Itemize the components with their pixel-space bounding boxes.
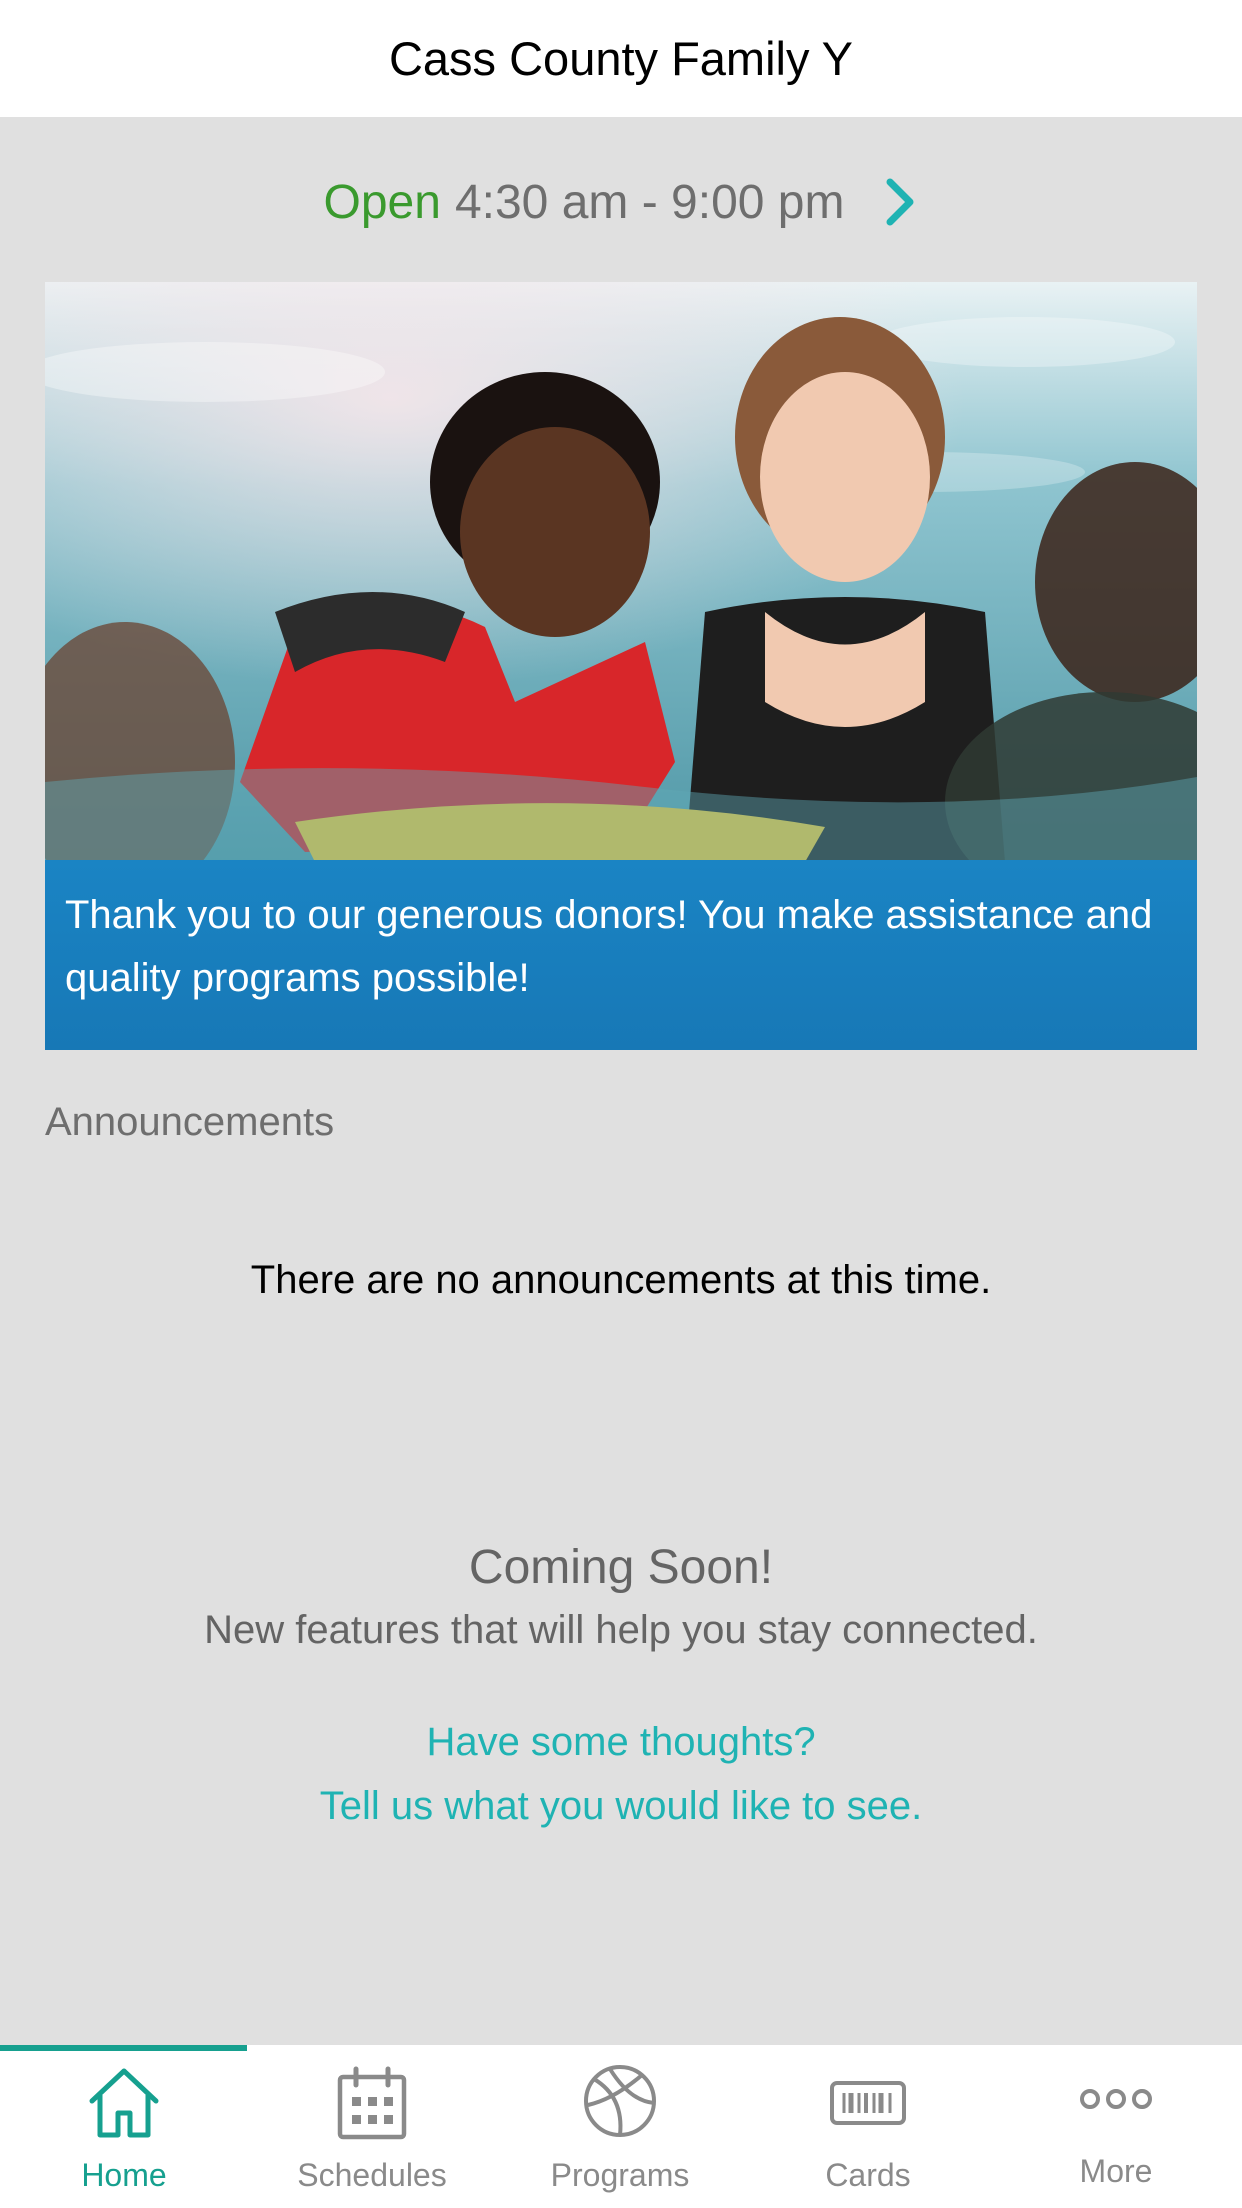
more-dots-icon	[1080, 2089, 1152, 2109]
coming-soon-title: Coming Soon!	[468, 1541, 774, 1594]
hero-photo	[45, 282, 1197, 862]
tab-schedules[interactable]: Schedules	[248, 2045, 496, 2208]
calendar-icon	[337, 2066, 407, 2140]
hero-banner[interactable]: Thank you to our generous donors! You ma…	[45, 282, 1197, 1050]
hours-range: 4:30 am - 9:00 pm	[454, 175, 845, 229]
hero-caption: Thank you to our generous donors! You ma…	[45, 860, 1197, 1050]
tab-cards-label: Cards	[825, 2157, 911, 2193]
bottom-tab-bar: Home Schedules Programs Cards More	[0, 2045, 1242, 2208]
home-icon	[89, 2068, 159, 2138]
basketball-icon	[584, 2065, 656, 2137]
barcode-card-icon	[830, 2081, 906, 2125]
app-header: Cass County Family Y	[0, 0, 1242, 117]
feedback-link-line1: Have some thoughts?	[426, 1720, 816, 1764]
tab-schedules-label: Schedules	[297, 2157, 447, 2193]
tab-programs-label: Programs	[550, 2157, 690, 2193]
tab-cards[interactable]: Cards	[744, 2045, 992, 2208]
chevron-right-icon	[886, 178, 914, 226]
header-title: Cass County Family Y	[388, 32, 854, 85]
announcements-heading: Announcements	[45, 1100, 335, 1144]
feedback-link-line2: Tell us what you would like to see.	[319, 1784, 923, 1828]
tab-more[interactable]: More	[992, 2045, 1240, 2208]
announcements-empty-message: There are no announcements at this time.	[250, 1258, 992, 1302]
tab-more-label: More	[1079, 2153, 1153, 2189]
tab-programs[interactable]: Programs	[496, 2045, 744, 2208]
tab-home-label: Home	[81, 2157, 167, 2193]
coming-soon-subtitle: New features that will help you stay con…	[204, 1608, 1038, 1652]
feedback-link[interactable]: Have some thoughts? Tell us what you wou…	[0, 1710, 1242, 1838]
hours-status: Open	[323, 175, 441, 229]
hours-row[interactable]: Open 4:30 am - 9:00 pm	[0, 117, 1242, 287]
tab-home[interactable]: Home	[0, 2045, 248, 2208]
